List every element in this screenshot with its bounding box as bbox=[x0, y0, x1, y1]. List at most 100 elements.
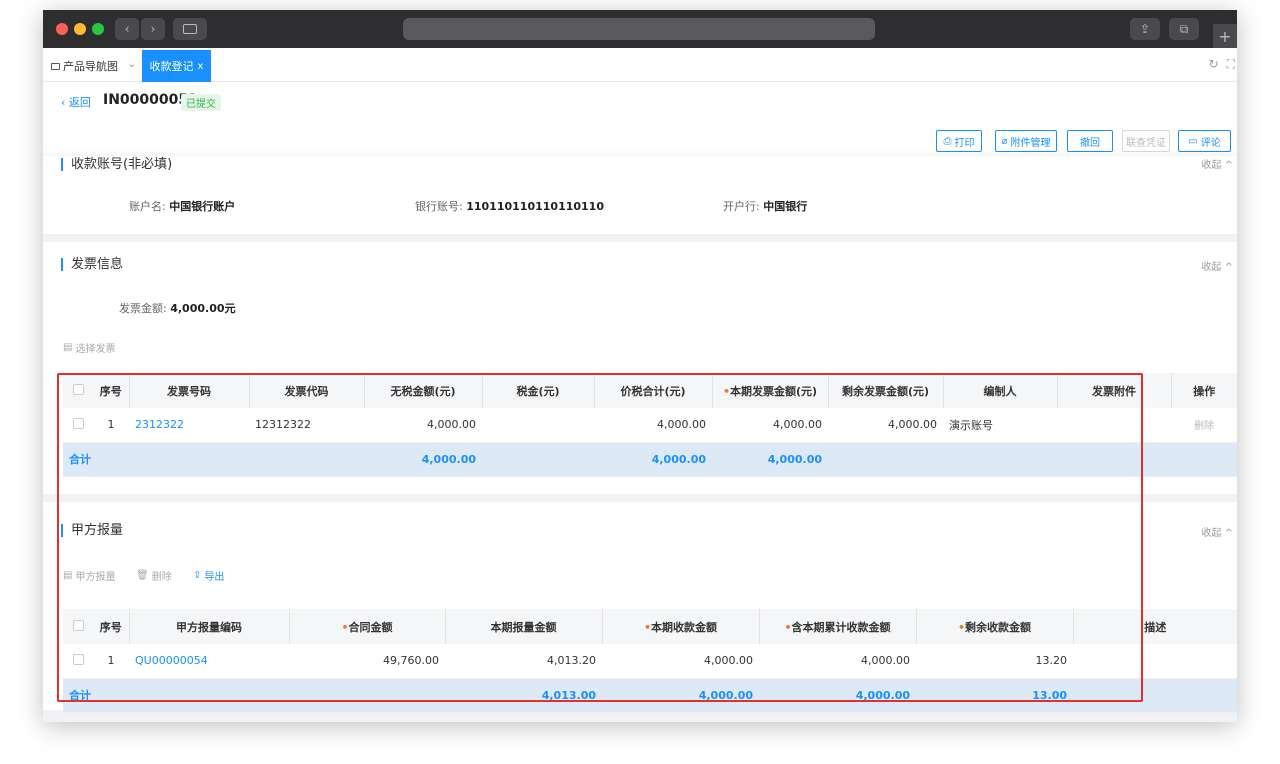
back-label: 返回 bbox=[68, 96, 91, 109]
back-link[interactable]: ‹ 返回 bbox=[61, 94, 91, 110]
page-header: ‹ 返回 IN00000052 已提交 bbox=[43, 82, 1237, 122]
paperclip-icon: ⌀ bbox=[1001, 135, 1008, 147]
col-header-label: 含本期累计收款金额 bbox=[791, 620, 891, 634]
row-checkbox[interactable] bbox=[63, 408, 93, 443]
col-header: 发票号码 bbox=[129, 373, 250, 408]
cell-empty bbox=[249, 442, 364, 477]
cell-empty bbox=[1073, 678, 1237, 713]
cell-idx: 1 bbox=[93, 644, 129, 679]
fullscreen-icon[interactable]: ⛶ bbox=[1227, 57, 1235, 72]
attachments-button[interactable]: ⌀ 附件管理 bbox=[995, 130, 1057, 152]
bank-field: 开户行: 中国银行 bbox=[723, 198, 807, 214]
sidebar-toggle-button[interactable] bbox=[173, 18, 207, 40]
section-title: 甲方报量 bbox=[61, 524, 123, 537]
withdraw-button[interactable]: 撤回 bbox=[1067, 130, 1113, 152]
invoice-number-link[interactable]: 2312322 bbox=[129, 408, 249, 443]
table-row: 1 2312322 12312322 4,000.00 4,000.00 4,0… bbox=[63, 408, 1237, 443]
table-header-row: 序号 甲方报量编码 •合同金额 本期报量金额 •本期收款金额 •含本期累计收款金… bbox=[63, 609, 1237, 644]
comment-button[interactable]: ▭ 评论 bbox=[1178, 130, 1231, 152]
col-header-label: 剩余收款金额 bbox=[965, 620, 1032, 634]
cell-empty bbox=[129, 442, 249, 477]
tab-product-nav[interactable]: 产品导航图 bbox=[51, 58, 118, 74]
chevron-down-icon[interactable]: ⌄ bbox=[127, 57, 136, 70]
section-title: 收款账号(非必填) bbox=[61, 158, 172, 171]
back-nav-button[interactable]: ‹ bbox=[115, 18, 139, 40]
sum-received: 4,000.00 bbox=[602, 678, 759, 713]
sum-label: 合计 bbox=[63, 678, 129, 713]
close-window-button[interactable] bbox=[56, 23, 68, 35]
invoice-amount-field: 发票金额: 4,000.00元 bbox=[119, 300, 236, 316]
col-header: 描述 bbox=[1073, 609, 1237, 644]
export-button[interactable]: ⇪ 导出 bbox=[193, 568, 224, 583]
zoom-window-button[interactable] bbox=[92, 23, 104, 35]
account-name-value: 中国银行账户 bbox=[169, 200, 236, 213]
col-header-label: 价税合计(元) bbox=[620, 384, 686, 398]
cell-code: 12312322 bbox=[249, 408, 364, 443]
sum-pretax: 4,000.00 bbox=[364, 442, 482, 477]
cell-pretax: 4,000.00 bbox=[364, 408, 482, 443]
delete-label: 删除 bbox=[151, 572, 172, 583]
sum-current: 4,000.00 bbox=[712, 442, 828, 477]
bank-value: 中国银行 bbox=[763, 200, 808, 213]
document-icon: ▤ bbox=[63, 570, 73, 581]
collapse-toggle[interactable]: 收起 ^ bbox=[1201, 524, 1233, 539]
share-button[interactable]: ⇪ bbox=[1130, 18, 1160, 40]
collapse-label: 收起 bbox=[1201, 262, 1222, 273]
url-bar[interactable] bbox=[403, 18, 875, 40]
tabs-icon: ⧉ bbox=[1179, 21, 1189, 36]
section-title: 发票信息 bbox=[61, 258, 123, 271]
collapse-toggle[interactable]: 收起 ^ bbox=[1201, 156, 1233, 171]
col-header-label: 本期发票金额(元) bbox=[729, 384, 818, 398]
tab-label: 收款登记 bbox=[149, 60, 194, 73]
cell-tax bbox=[482, 408, 594, 443]
collapse-label: 收起 bbox=[1201, 528, 1222, 539]
col-header-label: 本期收款金额 bbox=[651, 620, 718, 634]
collapse-label: 收起 bbox=[1201, 160, 1222, 171]
table-sum-row: 合计 4,000.00 4,000.00 4,000.00 bbox=[63, 442, 1237, 477]
add-quantity-button[interactable]: ▤ 甲方报量 bbox=[63, 568, 115, 583]
select-all-checkbox[interactable] bbox=[63, 373, 93, 408]
col-header: 本期报量金额 bbox=[445, 609, 603, 644]
cell-desc bbox=[1073, 644, 1237, 679]
refresh-icon[interactable]: ↻ bbox=[1209, 57, 1219, 72]
cell-empty bbox=[289, 678, 445, 713]
print-button[interactable]: ⎙ 打印 bbox=[936, 130, 982, 152]
select-invoice-button[interactable]: ▤ 选择发票 bbox=[63, 340, 115, 355]
sum-total: 4,000.00 bbox=[594, 442, 712, 477]
view-voucher-button[interactable]: 联查凭证 bbox=[1122, 130, 1170, 152]
tabs-overview-button[interactable]: ⧉ bbox=[1169, 18, 1199, 40]
close-tab-icon[interactable]: x bbox=[198, 61, 204, 72]
required-marker: • bbox=[341, 620, 349, 634]
row-checkbox[interactable] bbox=[63, 644, 93, 679]
sum-cumulative: 4,000.00 bbox=[759, 678, 916, 713]
sum-label: 合计 bbox=[63, 442, 129, 477]
sidebar-icon bbox=[183, 24, 197, 34]
delete-button[interactable]: 🗑 删除 bbox=[136, 568, 172, 583]
delete-row-button[interactable]: 删除 bbox=[1171, 408, 1237, 443]
col-header: 发票代码 bbox=[249, 373, 365, 408]
new-tab-button[interactable]: + bbox=[1213, 24, 1237, 48]
cell-remaining: 13.20 bbox=[916, 644, 1073, 679]
cell-remaining: 4,000.00 bbox=[828, 408, 943, 443]
table-row: 1 QU00000054 49,760.00 4,013.20 4,000.00… bbox=[63, 644, 1237, 679]
chevron-up-icon: ^ bbox=[1224, 262, 1233, 273]
view-voucher-label: 联查凭证 bbox=[1126, 137, 1166, 149]
cell-empty bbox=[1171, 442, 1237, 477]
account-name-label: 账户名: bbox=[129, 200, 166, 213]
minimize-window-button[interactable] bbox=[74, 23, 86, 35]
collapse-toggle[interactable]: 收起 ^ bbox=[1201, 258, 1233, 273]
browser-window: ‹ › ⇪ ⧉ + 产品导航图 ⌄ 收款登记 x ↻ ⛶ ‹ 返回 IN0000… bbox=[43, 10, 1237, 722]
tab-payment-register[interactable]: 收款登记 x bbox=[142, 50, 211, 82]
quantity-code-link[interactable]: QU00000054 bbox=[129, 644, 289, 679]
chevron-right-icon: › bbox=[150, 22, 156, 36]
status-badge: 已提交 bbox=[181, 94, 221, 111]
cell-empty bbox=[828, 442, 943, 477]
required-marker: • bbox=[722, 384, 730, 398]
col-header: •含本期累计收款金额 bbox=[759, 609, 917, 644]
required-marker: • bbox=[643, 620, 652, 634]
table-header-row: 序号 发票号码 发票代码 无税金额(元) 税金(元) 价税合计(元) •本期发票… bbox=[63, 373, 1237, 408]
col-header: 甲方报量编码 bbox=[129, 609, 290, 644]
forward-nav-button[interactable]: › bbox=[141, 18, 165, 40]
select-all-checkbox[interactable] bbox=[63, 609, 93, 644]
table-sum-row: 合计 4,013.00 4,000.00 4,000.00 13.00 bbox=[63, 678, 1237, 713]
